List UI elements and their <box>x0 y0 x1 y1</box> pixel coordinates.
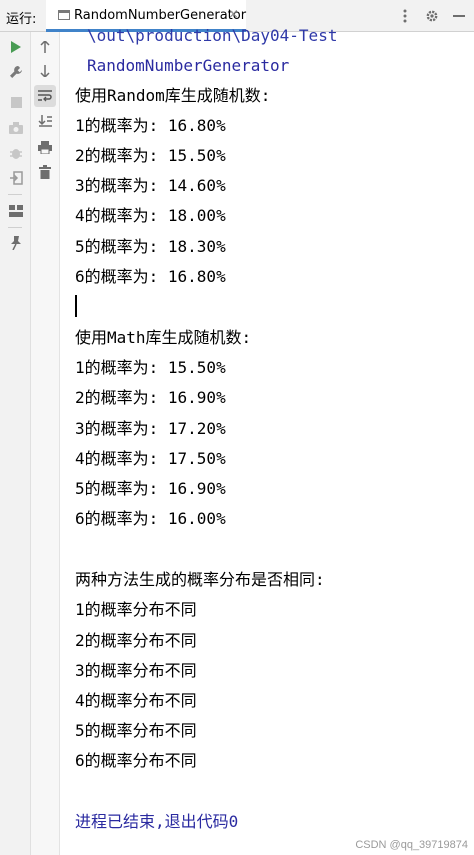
console-toolbar <box>31 32 60 855</box>
console-line: 1的概率为: 15.50% <box>75 358 226 377</box>
application-icon <box>58 10 70 20</box>
console-line: 2的概率为: 15.50% <box>75 146 226 165</box>
arrow-down-icon[interactable] <box>34 60 56 82</box>
console-output[interactable]: \out\production\Day04-Test RandomNumberG… <box>60 26 474 855</box>
gear-icon[interactable] <box>420 4 444 28</box>
watermark: CSDN @qq_39719874 <box>355 839 468 851</box>
console-line-random-header: 使用Random库生成随机数: <box>75 86 271 105</box>
console-line: 6的概率分布不同 <box>75 751 197 770</box>
console-line: 4的概率为: 17.50% <box>75 449 226 468</box>
console-line: 4的概率分布不同 <box>75 691 197 710</box>
wrench-icon[interactable] <box>5 61 27 83</box>
console-line: 5的概率分布不同 <box>75 721 197 740</box>
minimize-icon[interactable] <box>447 4 471 28</box>
soft-wrap-icon[interactable] <box>34 85 56 107</box>
close-icon[interactable]: × <box>228 7 239 22</box>
rerun-icon[interactable] <box>5 36 27 58</box>
exit-icon[interactable] <box>5 167 27 189</box>
console-line-compare-header: 两种方法生成的概率分布是否相同: <box>75 570 325 589</box>
camera-icon[interactable] <box>5 117 27 139</box>
console-line: 1的概率为: 16.80% <box>75 116 226 135</box>
console-line: 2的概率为: 16.90% <box>75 388 226 407</box>
toolbar-divider <box>8 194 22 195</box>
scroll-to-end-icon[interactable] <box>34 110 56 132</box>
console-line: 5的概率为: 16.90% <box>75 479 226 498</box>
stop-icon[interactable] <box>5 91 27 113</box>
bug-icon[interactable] <box>5 142 27 164</box>
console-line: 3的概率分布不同 <box>75 661 197 680</box>
console-line: 6的概率为: 16.00% <box>75 509 226 528</box>
run-toolbar <box>0 32 31 855</box>
trash-icon[interactable] <box>34 161 56 183</box>
arrow-up-icon[interactable] <box>34 36 56 58</box>
console-line: 3的概率为: 14.60% <box>75 176 226 195</box>
layout-icon[interactable] <box>5 200 27 222</box>
console-line-path[interactable]: \out\production\Day04-Test <box>87 26 337 46</box>
console-line: 5的概率为: 18.30% <box>75 237 226 256</box>
toolbar-divider <box>8 227 22 228</box>
tab-title: RandomNumberGenerator <box>74 8 247 23</box>
console-line: 2的概率分布不同 <box>75 631 197 650</box>
print-icon[interactable] <box>34 136 56 158</box>
header-actions <box>393 0 474 32</box>
console-line: 3的概率为: 17.20% <box>75 419 226 438</box>
run-console-window: 运行: RandomNumberGenerator × \out\product… <box>0 0 474 855</box>
console-line: 6的概率为: 16.80% <box>75 267 226 286</box>
text-caret <box>75 295 77 317</box>
run-label: 运行: <box>6 12 37 27</box>
console-line: 1的概率分布不同 <box>75 600 197 619</box>
console-line-exit-code: 进程已结束,退出代码0 <box>75 812 239 831</box>
more-vertical-icon[interactable] <box>393 4 417 28</box>
console-line: 4的概率为: 18.00% <box>75 206 226 225</box>
pin-icon[interactable] <box>5 232 27 254</box>
console-line-classname: RandomNumberGenerator <box>87 56 290 75</box>
console-line-math-header: 使用Math库生成随机数: <box>75 328 252 347</box>
